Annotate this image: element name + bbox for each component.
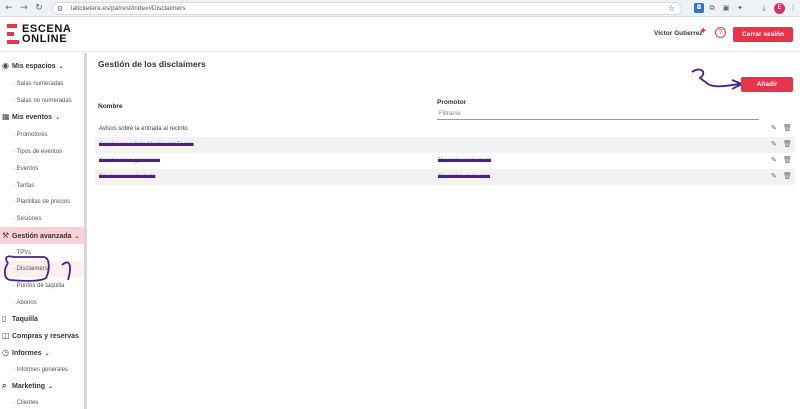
delete-trash-icon[interactable]: 🗑: [783, 124, 792, 132]
edit-pencil-icon[interactable]: ✎: [771, 140, 777, 148]
add-button[interactable]: Añadir: [741, 77, 793, 92]
edit-pencil-icon[interactable]: ✎: [771, 156, 777, 164]
table-row[interactable]: Avisos sobre la entrada al recinto ✎ 🗑: [95, 121, 795, 137]
annotation-stroke: [61, 261, 71, 281]
table-row[interactable]: Disclaimer redactado Promotor de la sala…: [95, 169, 795, 185]
page-title: Gestión de los disclaimers: [98, 59, 206, 69]
delete-trash-icon[interactable]: 🗑: [783, 140, 792, 148]
row-promotor: Promotor redactado: [438, 158, 492, 164]
delete-trash-icon[interactable]: 🗑: [783, 156, 792, 164]
delete-trash-icon[interactable]: 🗑: [783, 172, 792, 180]
column-header-nombre[interactable]: Nombre: [98, 103, 123, 110]
edit-pencil-icon[interactable]: ✎: [771, 172, 777, 180]
row-nombre: Condiciones generales: [99, 158, 161, 164]
promotor-filter-input[interactable]: Filtrame: [437, 109, 759, 120]
row-promotor: Promotor de la sala: [438, 174, 491, 180]
row-nombre: Disclaimer redactado: [99, 174, 156, 180]
column-header-promotor[interactable]: Promotor: [437, 99, 466, 106]
table-row[interactable]: Condiciones generales Promotor redactado…: [95, 153, 795, 169]
row-nombre: Avisos sobre la entrada al recinto: [99, 126, 188, 132]
annotation-arrow: [691, 68, 745, 90]
table-row[interactable]: Condiciones Sala Master del Teatro ✎ 🗑: [95, 137, 795, 153]
row-nombre: Condiciones Sala Master del Teatro: [99, 142, 194, 148]
annotation-circle: [3, 255, 50, 282]
edit-pencil-icon[interactable]: ✎: [771, 124, 777, 132]
